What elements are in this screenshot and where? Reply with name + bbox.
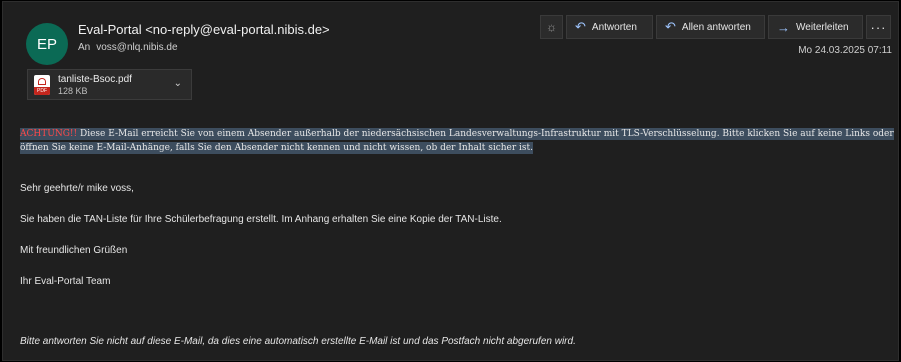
warning-text: Diese E-Mail erreicht Sie von einem Abse… (20, 129, 894, 153)
forward-label: Weiterleiten (796, 21, 849, 33)
sender-name[interactable]: Eval-Portal <no-reply@eval-portal.nibis.… (78, 22, 330, 37)
more-icon: ··· (870, 19, 887, 35)
reply-all-icon: ↶ (665, 19, 676, 34)
email-reading-pane: EP Eval-Portal <no-reply@eval-portal.nib… (2, 1, 899, 361)
reply-all-label: Allen antworten (681, 21, 751, 33)
attachment-card[interactable]: PDF tanliste-Bsoc.pdf 128 KB ⌄ (27, 69, 192, 100)
theme-toggle-button[interactable]: ☼ (540, 15, 563, 39)
pdf-file-icon: PDF (34, 74, 50, 95)
message-toolbar: ☼ ↶ Antworten ↶ Allen antworten → Weiter… (540, 15, 891, 39)
to-label: An (78, 42, 91, 53)
recipient-line: An voss@nlq.nibis.de (78, 42, 178, 53)
closing: Mit freundlichen Grüßen (20, 245, 128, 256)
chevron-down-icon[interactable]: ⌄ (174, 78, 182, 89)
avatar-initials: EP (36, 35, 57, 53)
external-sender-warning: ACHTUNG!! Diese E-Mail erreicht Sie von … (20, 127, 900, 155)
recipient-address[interactable]: voss@nlq.nibis.de (96, 42, 177, 53)
greeting: Sehr geehrte/r mike voss, (20, 183, 134, 194)
footer-note: Bitte antworten Sie nicht auf diese E-Ma… (20, 336, 576, 347)
received-date: Mo 24.03.2025 07:11 (798, 45, 892, 56)
reply-label: Antworten (591, 21, 637, 33)
sun-icon: ☼ (546, 20, 557, 34)
forward-icon: → (777, 19, 790, 35)
reply-button[interactable]: ↶ Antworten (566, 15, 653, 39)
signature: Ihr Eval-Portal Team (20, 276, 111, 287)
warning-prefix: ACHTUNG!! (20, 129, 78, 139)
reply-icon: ↶ (575, 19, 586, 34)
forward-button[interactable]: → Weiterleiten (768, 15, 863, 39)
body-paragraph: Sie haben die TAN-Liste für Ihre Schüler… (20, 214, 502, 225)
attachment-size: 128 KB (58, 85, 88, 96)
reply-all-button[interactable]: ↶ Allen antworten (656, 15, 765, 39)
attachment-name: tanliste-Bsoc.pdf (58, 73, 132, 85)
more-actions-button[interactable]: ··· (866, 15, 891, 39)
sender-avatar[interactable]: EP (26, 23, 68, 65)
